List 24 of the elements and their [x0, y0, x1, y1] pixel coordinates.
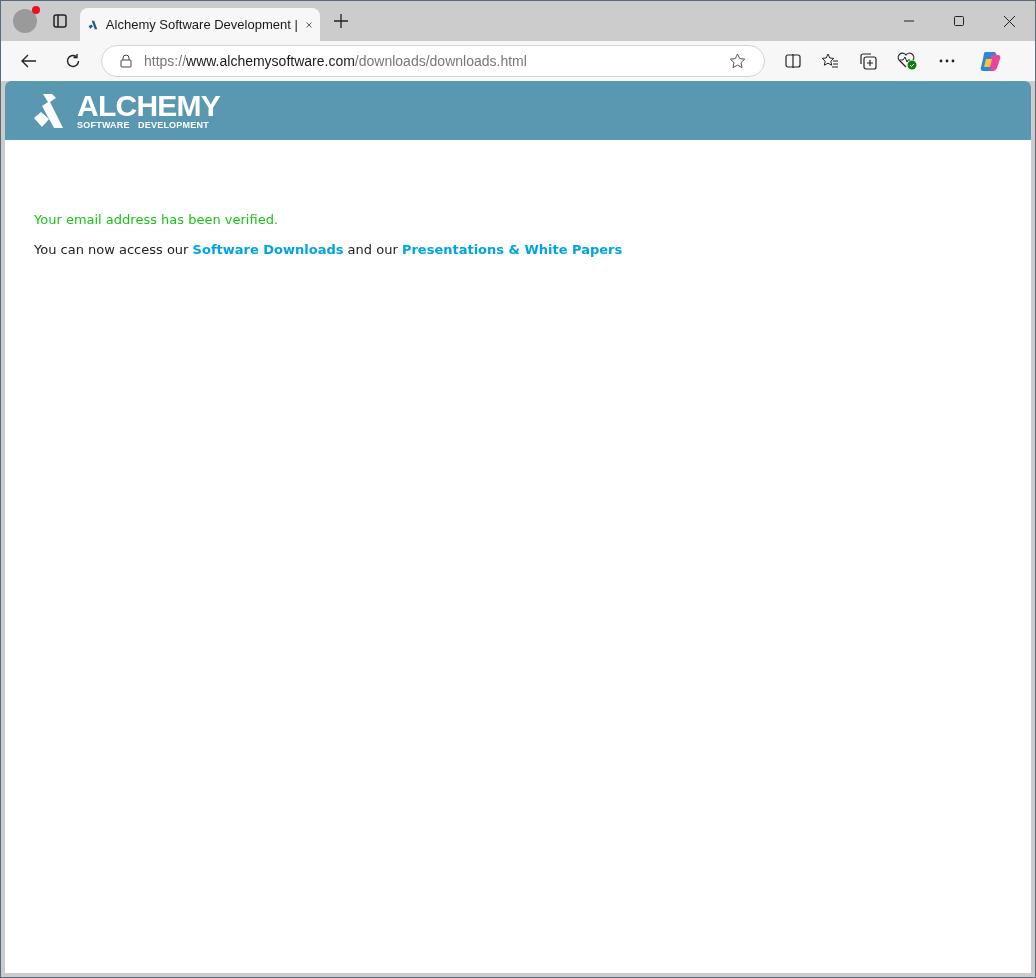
profile-icon[interactable]: [13, 9, 37, 33]
logo-subtitle: SOFTWARE DEVELOPMENT: [77, 121, 210, 130]
maximize-icon[interactable]: [954, 16, 964, 26]
more-icon[interactable]: [939, 59, 955, 63]
favorites-icon[interactable]: [821, 53, 839, 69]
health-heart-icon[interactable]: [897, 52, 917, 70]
collections-icon[interactable]: [859, 52, 877, 70]
close-icon[interactable]: [305, 19, 312, 30]
copilot-icon[interactable]: [979, 50, 1001, 72]
tab-actions-icon[interactable]: [53, 14, 67, 28]
lock-icon: [120, 54, 132, 68]
url-text: https://www.alchemysoftware.com/downloads/downloads.html: [144, 51, 527, 71]
new-tab-icon[interactable]: [334, 14, 348, 28]
tab-title: Alchemy Software Development |: [105, 15, 298, 34]
close-window-icon[interactable]: [1004, 15, 1015, 27]
back-icon[interactable]: [21, 54, 37, 68]
refresh-icon[interactable]: [65, 53, 81, 69]
star-icon[interactable]: [729, 53, 746, 69]
access-message: You can now access our Software Downloads and our Presentations & White Papers: [34, 240, 624, 259]
verification-message: Your email address has been verified.: [34, 211, 280, 229]
logo-title: ALCHEMY: [77, 91, 221, 121]
address-bar[interactable]: https://www.alchemysoftware.com/downloads/downloads.html: [101, 45, 765, 77]
split-screen-icon[interactable]: [785, 54, 801, 68]
browser-tab[interactable]: Alchemy Software Development |: [80, 8, 320, 41]
